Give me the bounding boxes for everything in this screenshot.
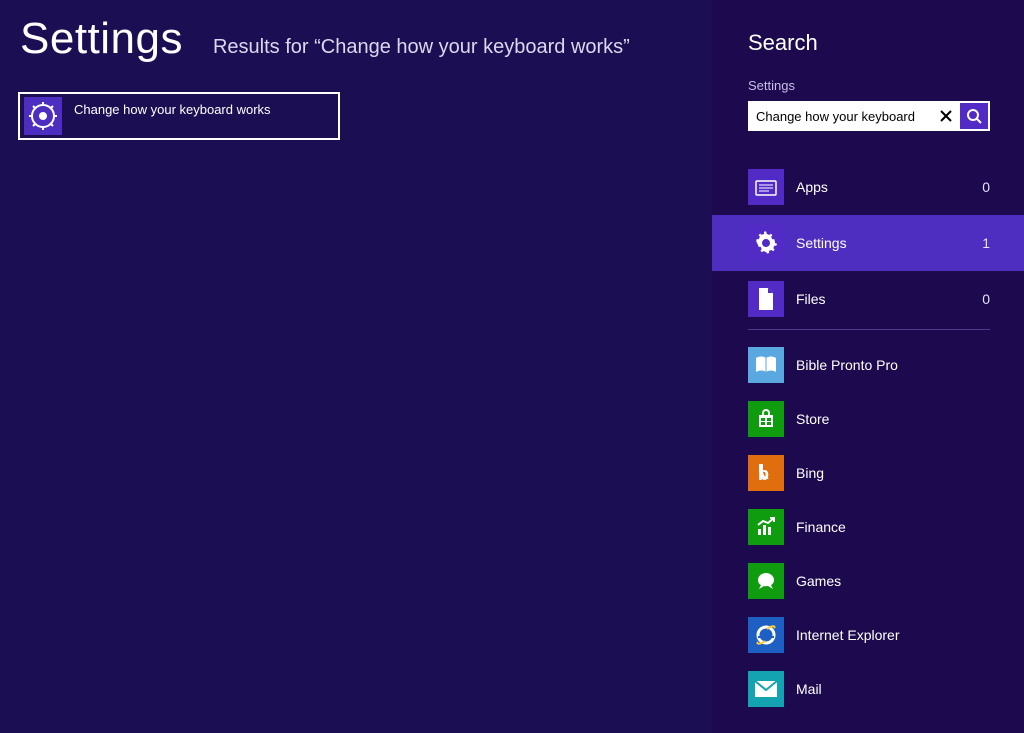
app-finance[interactable]: Finance <box>748 500 990 554</box>
app-list: Bible Pronto Pro Store b Bing <box>748 338 990 716</box>
page-title: Settings <box>20 14 183 64</box>
scope-files[interactable]: Files 0 <box>748 271 990 327</box>
ie-icon <box>748 617 784 653</box>
search-context-label: Settings <box>748 78 990 93</box>
ease-of-access-icon <box>24 97 62 135</box>
result-item[interactable]: Change how your keyboard works <box>18 92 340 140</box>
scope-count: 0 <box>982 179 990 195</box>
app-label: Store <box>796 411 829 427</box>
app-label: Finance <box>796 519 846 535</box>
divider <box>748 329 990 330</box>
mail-icon <box>748 671 784 707</box>
bing-icon: b <box>748 455 784 491</box>
results-list: Change how your keyboard works <box>18 92 340 140</box>
app-store[interactable]: Store <box>748 392 990 446</box>
files-icon <box>748 281 784 317</box>
settings-icon <box>748 225 784 261</box>
app-label: Bing <box>796 465 824 481</box>
scope-settings[interactable]: Settings 1 <box>712 215 1024 271</box>
app-bing[interactable]: b Bing <box>748 446 990 500</box>
app-internet-explorer[interactable]: Internet Explorer <box>748 608 990 662</box>
result-label: Change how your keyboard works <box>74 102 271 117</box>
search-box <box>748 101 960 131</box>
scope-label: Apps <box>796 179 982 195</box>
header: Settings Results for “Change how your ke… <box>20 14 630 64</box>
scope-label: Files <box>796 291 982 307</box>
store-icon <box>748 401 784 437</box>
app-mail[interactable]: Mail <box>748 662 990 716</box>
scope-apps[interactable]: Apps 0 <box>748 159 990 215</box>
apps-icon <box>748 169 784 205</box>
app-label: Internet Explorer <box>796 627 900 643</box>
results-pane: Settings Results for “Change how your ke… <box>0 0 712 733</box>
finance-icon <box>748 509 784 545</box>
scope-count: 0 <box>982 291 990 307</box>
app-label: Bible Pronto Pro <box>796 357 898 373</box>
results-subtitle: Results for “Change how your keyboard wo… <box>213 36 630 59</box>
search-icon <box>966 108 982 124</box>
app-bible-pronto-pro[interactable]: Bible Pronto Pro <box>748 338 990 392</box>
scope-label: Settings <box>796 235 982 251</box>
search-pane: Search Settings <box>712 0 1024 733</box>
scope-list: Apps 0 Settings 1 <box>748 159 990 327</box>
app-label: Mail <box>796 681 822 697</box>
app-label: Games <box>796 573 841 589</box>
games-icon <box>748 563 784 599</box>
clear-search-button[interactable] <box>933 103 958 129</box>
search-row <box>748 101 990 131</box>
bible-icon <box>748 347 784 383</box>
scope-count: 1 <box>982 235 990 251</box>
close-icon <box>940 110 952 122</box>
svg-text:b: b <box>758 464 769 484</box>
app-games[interactable]: Games <box>748 554 990 608</box>
search-button[interactable] <box>960 101 990 131</box>
search-title: Search <box>748 30 990 56</box>
search-input[interactable] <box>750 103 933 129</box>
